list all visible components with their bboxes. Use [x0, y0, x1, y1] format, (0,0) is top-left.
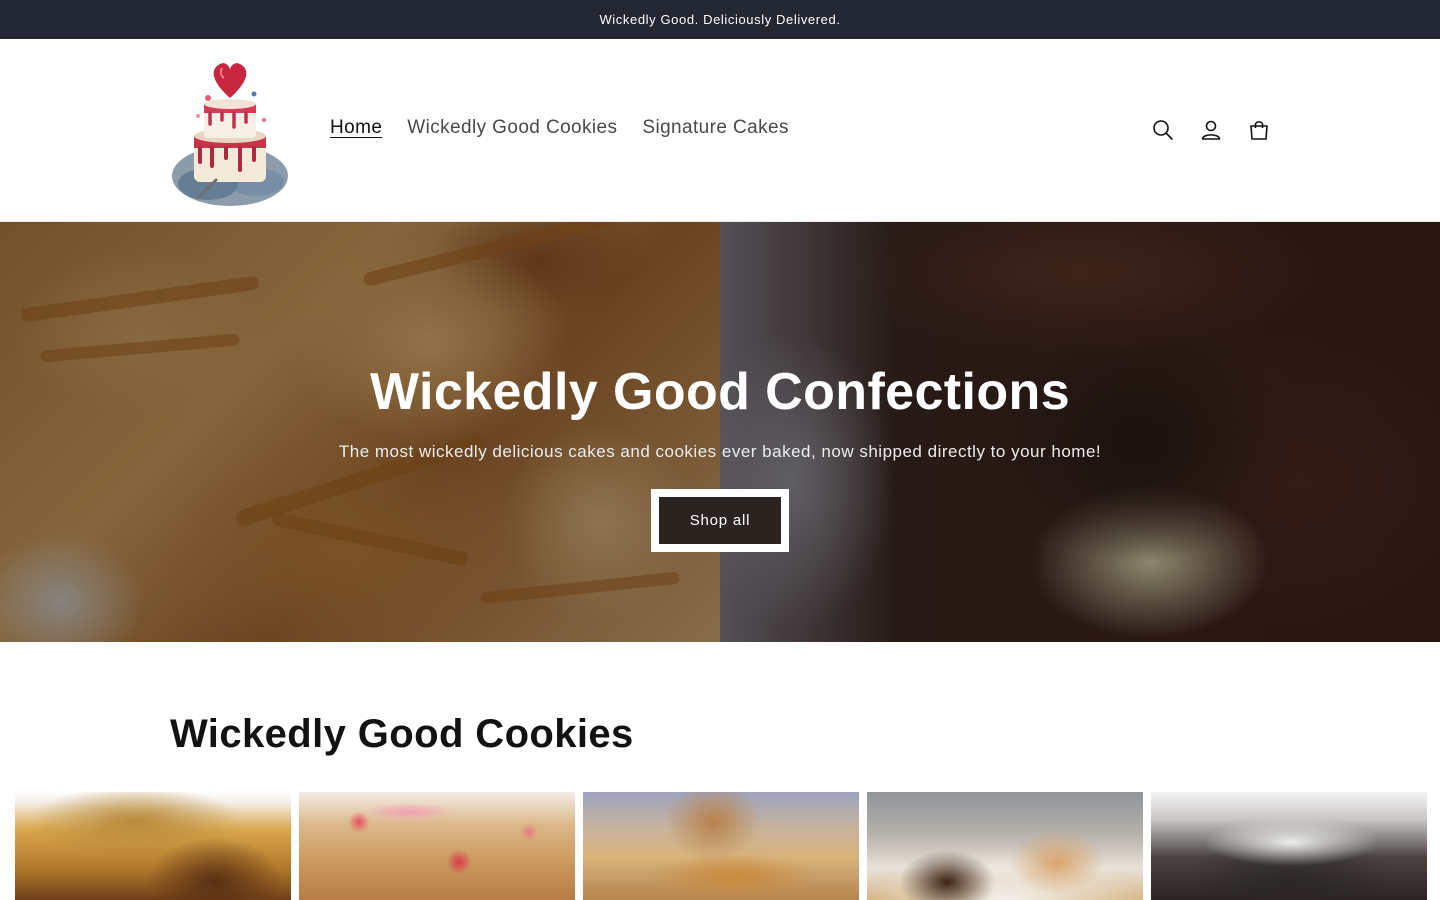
- announcement-text: Wickedly Good. Deliciously Delivered.: [599, 12, 841, 27]
- hero-subtitle: The most wickedly delicious cakes and co…: [338, 442, 1102, 461]
- site-header: Home Wickedly Good Cookies Signature Cak…: [0, 39, 1440, 222]
- product-card-image[interactable]: [1151, 792, 1427, 900]
- collection-title: Wickedly Good Cookies: [170, 712, 634, 756]
- account-icon[interactable]: [1198, 117, 1224, 143]
- header-icons: [1150, 117, 1272, 143]
- product-card-image[interactable]: [299, 792, 575, 900]
- main-nav: Home Wickedly Good Cookies Signature Cak…: [330, 117, 814, 139]
- announcement-bar: Wickedly Good. Deliciously Delivered.: [0, 0, 1440, 39]
- cart-icon[interactable]: [1246, 117, 1272, 143]
- cake-logo-icon: [172, 63, 288, 206]
- product-card-image[interactable]: [867, 792, 1143, 900]
- hero-banner: Wickedly Good Confections The most wicke…: [0, 222, 1440, 642]
- nav-link-cakes[interactable]: Signature Cakes: [642, 117, 788, 139]
- nav-link-cookies[interactable]: Wickedly Good Cookies: [407, 117, 617, 139]
- search-icon[interactable]: [1150, 117, 1176, 143]
- product-card-image[interactable]: [15, 792, 291, 900]
- product-grid: [15, 792, 1427, 900]
- logo[interactable]: [168, 54, 292, 208]
- product-card-image[interactable]: [583, 792, 859, 900]
- hero-title: Wickedly Good Confections: [369, 363, 1071, 421]
- shop-all-button[interactable]: Shop all: [651, 489, 789, 552]
- nav-link-home[interactable]: Home: [330, 117, 382, 139]
